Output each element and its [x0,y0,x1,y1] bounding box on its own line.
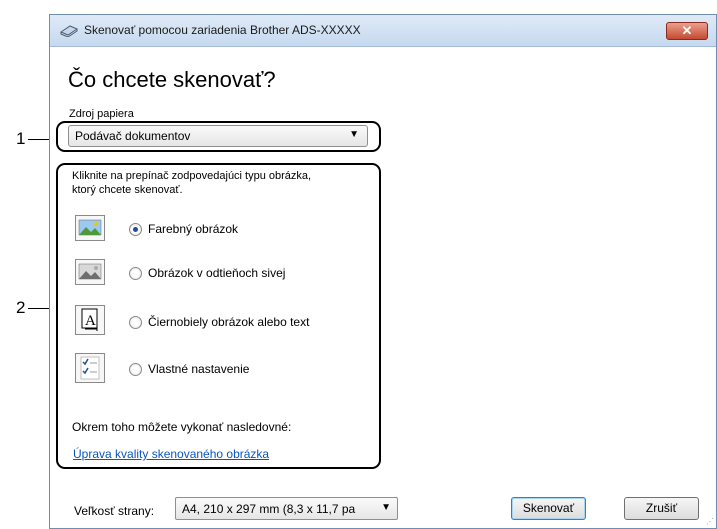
custom-settings-icon[interactable] [75,353,105,383]
option-label-black-white: Čiernobiely obrázok alebo text [148,315,310,329]
window-title: Skenovať pomocou zariadenia Brother ADS-… [84,23,361,37]
instructions-line-1: Kliknite na prepínač zodpovedajúci typu … [72,170,312,182]
extra-actions-label: Okrem toho môžete vykonať nasledovné: [72,420,292,434]
dialog-content: Čo chcete skenovať? Zdroj papiera Podáva… [50,47,716,528]
paper-source-select[interactable]: Podávač dokumentov ▼ [68,125,368,147]
radio-custom[interactable] [129,363,142,376]
radio-grayscale[interactable] [129,267,142,280]
adjust-quality-link[interactable]: Úprava kvality skenovaného obrázka [73,447,269,461]
black-white-text-icon[interactable]: A [75,305,105,335]
paper-source-label: Zdroj papiera [69,108,134,120]
page-size-select[interactable]: A4, 210 x 297 mm (8,3 x 11,7 pa ▼ [175,497,398,520]
page-size-label: Veľkosť strany: [74,504,155,518]
chevron-down-icon: ▼ [381,502,391,513]
scan-button[interactable]: Skenovať [511,497,586,520]
paper-source-value: Podávač dokumentov [75,129,191,143]
callout-1: 1 [16,129,26,148]
cancel-button[interactable]: Zrušiť [624,497,699,520]
svg-text:A: A [85,313,96,329]
radio-color-picture[interactable] [129,223,142,236]
callout-2: 2 [16,298,26,317]
instructions-line-2: ktorý chcete skenovať. [72,184,183,196]
page-title: Čo chcete skenovať? [68,67,276,92]
radio-black-white[interactable] [129,316,142,329]
chevron-down-icon: ▼ [349,129,359,140]
option-label-color: Farebný obrázok [148,222,239,236]
title-bar: Skenovať pomocou zariadenia Brother ADS-… [50,15,716,47]
option-label-grayscale: Obrázok v odtieňoch sivej [148,266,286,280]
grayscale-picture-icon[interactable] [75,259,105,285]
option-label-custom: Vlastné nastavenie [148,362,250,376]
color-picture-icon[interactable] [75,215,105,241]
resize-grip-icon[interactable]: ⋰ [706,517,714,526]
page-size-value: A4, 210 x 297 mm (8,3 x 11,7 pa [182,502,356,516]
close-button[interactable]: ✕ [666,22,708,40]
scanner-icon [60,25,78,37]
scan-dialog: Skenovať pomocou zariadenia Brother ADS-… [49,14,717,529]
